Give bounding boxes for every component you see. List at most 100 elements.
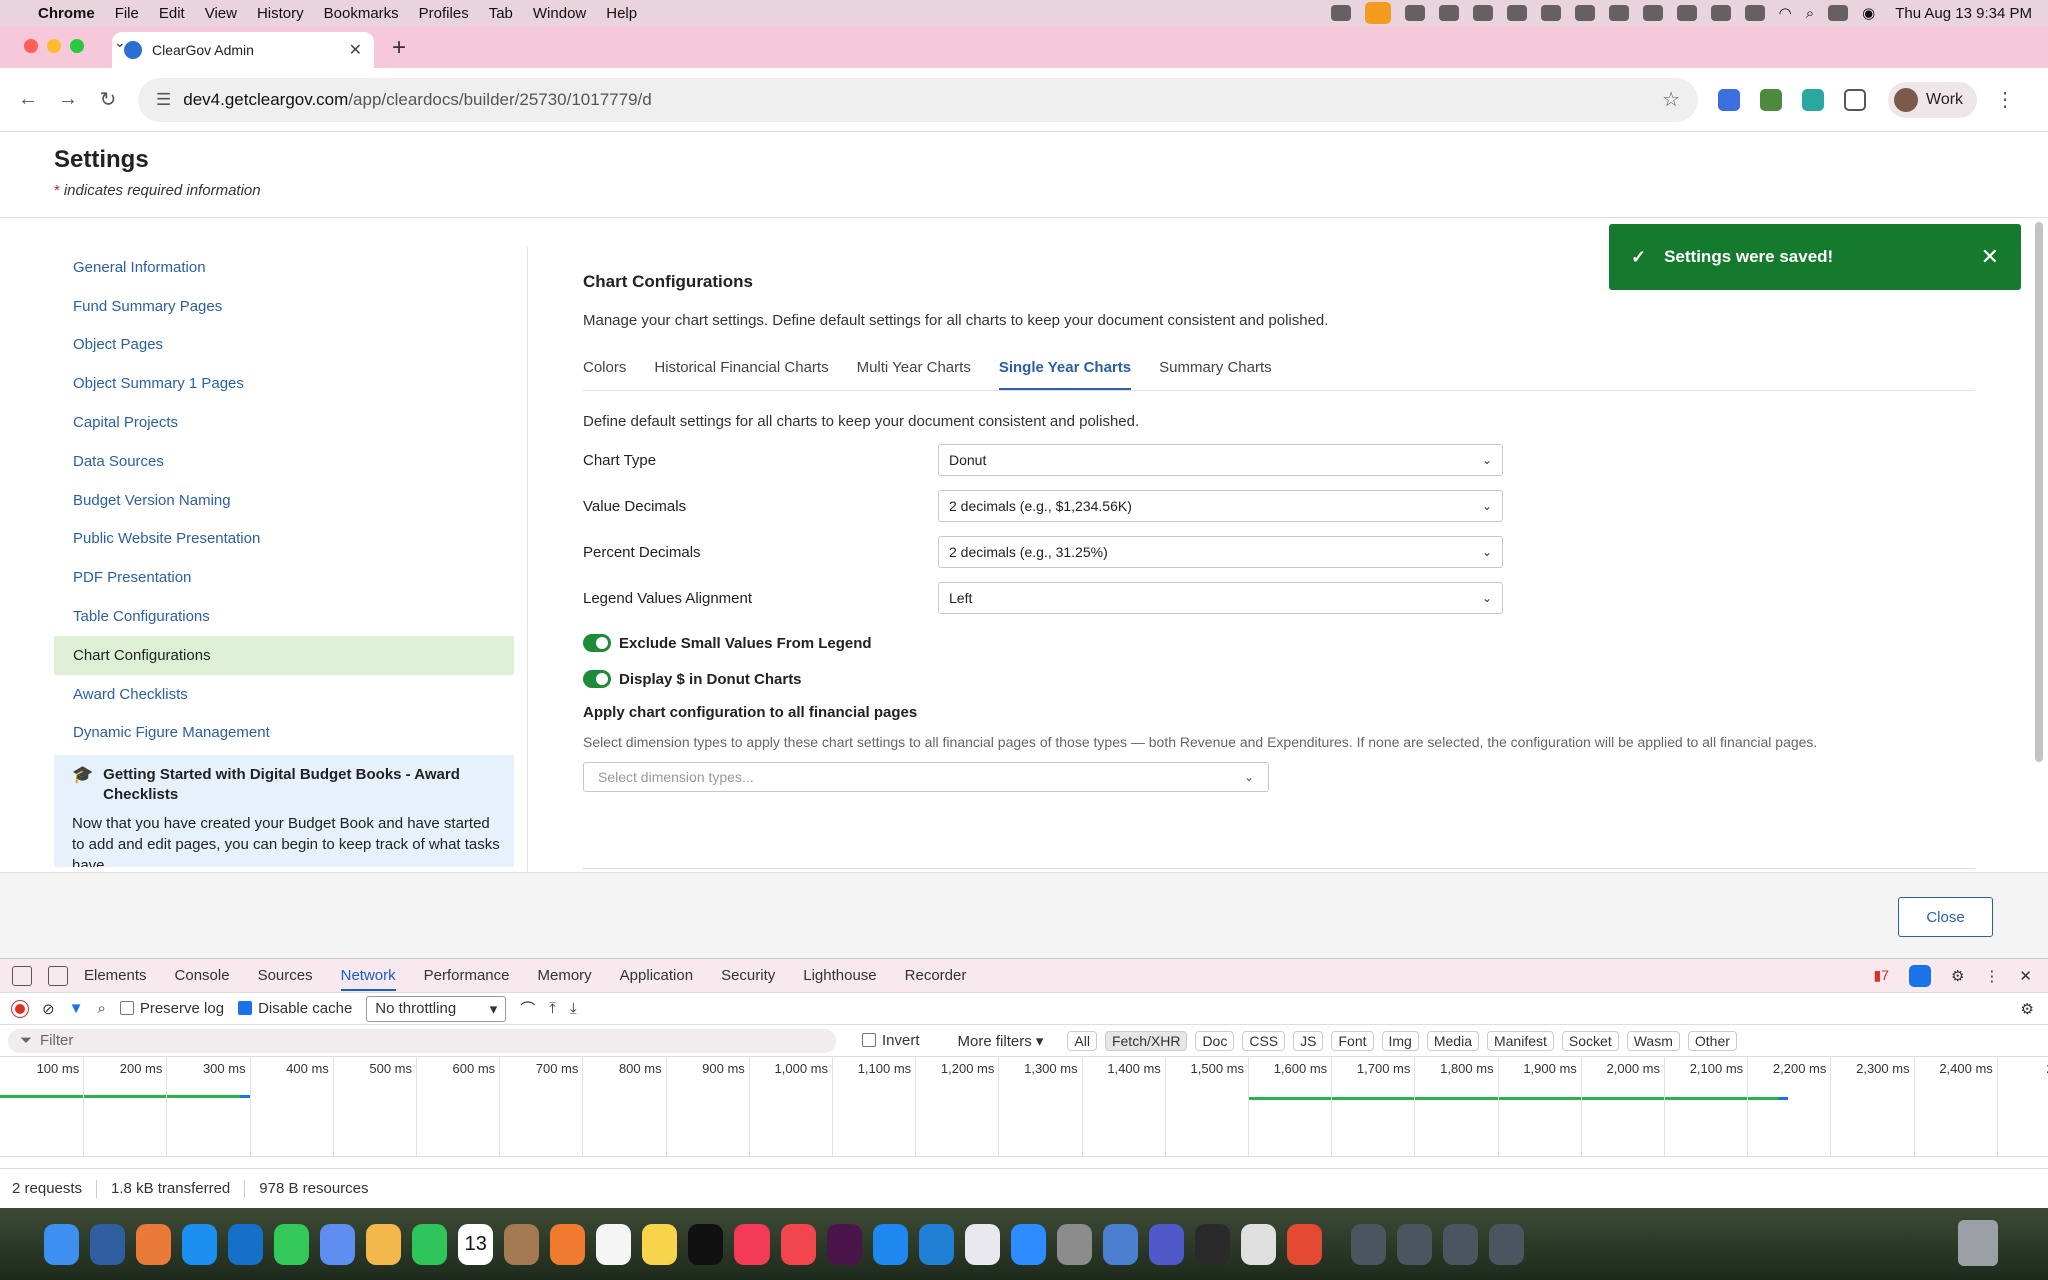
close-devtools-icon[interactable]: ✕ bbox=[2019, 967, 2032, 985]
reminders-icon[interactable] bbox=[596, 1224, 632, 1265]
zoom-app-icon[interactable] bbox=[1010, 1224, 1046, 1265]
menu-history[interactable]: History bbox=[257, 5, 304, 22]
puzzle-extensions-icon[interactable] bbox=[1844, 88, 1866, 111]
chip-media[interactable]: Media bbox=[1426, 1030, 1479, 1051]
window-thumbnail[interactable] bbox=[1442, 1224, 1478, 1265]
menu-help[interactable]: Help bbox=[606, 5, 637, 22]
devtools-tab-console[interactable]: Console bbox=[175, 967, 230, 984]
window-thumbnail[interactable] bbox=[1488, 1224, 1524, 1265]
sidebar-item-object-summary-1-pages[interactable]: Object Summary 1 Pages bbox=[54, 364, 514, 403]
safari-icon[interactable] bbox=[182, 1224, 218, 1265]
sidebar-item-chart-configurations[interactable]: Chart Configurations bbox=[54, 635, 514, 675]
invert-checkbox[interactable]: Invert bbox=[862, 1032, 920, 1049]
trash-icon[interactable] bbox=[1958, 1220, 1998, 1266]
import-har-icon[interactable]: ⤒ bbox=[549, 1000, 556, 1017]
vscode-icon[interactable] bbox=[918, 1224, 954, 1265]
calendar-icon[interactable]: 13 bbox=[458, 1224, 494, 1265]
chip-img[interactable]: Img bbox=[1381, 1030, 1419, 1051]
chrome-menu-icon[interactable]: ⋮ bbox=[1995, 87, 2015, 112]
reload-icon[interactable]: ↻ bbox=[88, 87, 128, 112]
chrome-icon[interactable] bbox=[1286, 1224, 1322, 1265]
value-decimals-select[interactable]: 2 decimals (e.g., $1,234.56K) ⌄ bbox=[938, 490, 1503, 522]
devtools-tab-network[interactable]: Network bbox=[340, 967, 396, 991]
minimize-window-icon[interactable] bbox=[47, 39, 61, 53]
devtools-tab-elements[interactable]: Elements bbox=[84, 967, 147, 984]
sidebar-item-capital-projects[interactable]: Capital Projects bbox=[54, 403, 514, 442]
percent-decimals-select[interactable]: 2 decimals (e.g., 31.25%) ⌄ bbox=[938, 536, 1503, 568]
teams-icon[interactable] bbox=[1148, 1224, 1184, 1265]
close-button[interactable]: Close bbox=[1898, 897, 1993, 937]
throttling-select[interactable]: No throttling ▾ bbox=[366, 995, 507, 1022]
system-settings-icon[interactable] bbox=[1056, 1224, 1092, 1265]
window-thumbnail[interactable] bbox=[1350, 1224, 1386, 1265]
network-settings-icon[interactable]: ⚙ bbox=[2021, 1000, 2034, 1018]
menu-view[interactable]: View bbox=[205, 5, 237, 22]
chip-fetch-xhr[interactable]: Fetch/XHR bbox=[1104, 1030, 1188, 1051]
search-icon[interactable]: ⌕ bbox=[97, 1000, 105, 1017]
chatgpt-icon[interactable] bbox=[1240, 1224, 1276, 1265]
text-input-icon[interactable] bbox=[1710, 5, 1731, 21]
sidebar-item-object-pages[interactable]: Object Pages bbox=[54, 326, 514, 365]
sidebar-item-general-information[interactable]: General Information bbox=[54, 248, 514, 287]
devtools-tab-application[interactable]: Application bbox=[620, 967, 693, 984]
devtools-tab-security[interactable]: Security bbox=[721, 967, 775, 984]
display-dollar-toggle[interactable] bbox=[583, 670, 611, 688]
pen-app-icon[interactable] bbox=[550, 1224, 586, 1265]
network-conditions-icon[interactable]: ⌒ bbox=[520, 998, 535, 1019]
preserve-log-checkbox[interactable]: Preserve log bbox=[119, 1000, 224, 1017]
chip-font[interactable]: Font bbox=[1331, 1030, 1374, 1051]
getting-started-guide[interactable]: 🎓 Getting Started with Digital Budget Bo… bbox=[54, 755, 514, 868]
finder-icon[interactable] bbox=[44, 1224, 80, 1265]
browser-tab[interactable]: ClearGov Admin ✕ bbox=[112, 32, 374, 68]
devtools-tab-memory[interactable]: Memory bbox=[538, 967, 592, 984]
sidebar-item-pdf-presentation[interactable]: PDF Presentation bbox=[54, 558, 514, 597]
translate-extension-icon[interactable] bbox=[1718, 88, 1740, 111]
sync-icon[interactable] bbox=[1506, 5, 1527, 21]
close-tab-icon[interactable]: ✕ bbox=[349, 40, 362, 60]
cursor-app-icon[interactable] bbox=[1194, 1224, 1230, 1265]
zoom-icon[interactable] bbox=[1404, 5, 1425, 21]
maps-icon[interactable] bbox=[320, 1224, 356, 1265]
elephant-app-icon[interactable] bbox=[90, 1224, 126, 1265]
sidebar-item-data-sources[interactable]: Data Sources bbox=[54, 442, 514, 481]
zoom-window-icon[interactable] bbox=[70, 39, 84, 53]
chip-css[interactable]: CSS bbox=[1242, 1030, 1286, 1051]
window-thumbnail[interactable] bbox=[1396, 1224, 1432, 1265]
slack-icon[interactable] bbox=[826, 1224, 862, 1265]
screen-icon[interactable] bbox=[1438, 5, 1459, 21]
battery-icon[interactable] bbox=[1744, 5, 1765, 21]
chip-all[interactable]: All bbox=[1067, 1030, 1097, 1051]
site-settings-icon[interactable]: ☰ bbox=[156, 90, 171, 110]
messages-icon[interactable] bbox=[274, 1224, 310, 1265]
menu-window[interactable]: Window bbox=[533, 5, 586, 22]
extension-icon[interactable] bbox=[1760, 88, 1782, 111]
chip-js[interactable]: JS bbox=[1293, 1030, 1324, 1051]
network-timeline-overview[interactable]: 100 ms 200 ms 300 ms 400 ms 500 ms 600 ms 700 … bbox=[0, 1057, 2048, 1157]
dimension-types-select[interactable]: Select dimension types... ⌄ bbox=[583, 762, 1269, 792]
tab-search-chevron-icon[interactable]: ⌄ bbox=[114, 34, 126, 51]
chip-other[interactable]: Other bbox=[1687, 1030, 1737, 1051]
plane-icon[interactable] bbox=[1540, 5, 1561, 21]
devtools-tab-lighthouse[interactable]: Lighthouse bbox=[803, 967, 876, 984]
launchpad-icon[interactable] bbox=[136, 1224, 172, 1265]
control-center-icon[interactable] bbox=[1828, 5, 1849, 21]
cloud-icon[interactable] bbox=[1472, 5, 1493, 21]
wifi-icon[interactable]: ◠ bbox=[1779, 4, 1792, 22]
filter-input[interactable]: ⏷ Filter bbox=[8, 1028, 836, 1053]
inspect-element-icon[interactable] bbox=[12, 965, 32, 986]
preview-icon[interactable] bbox=[1102, 1224, 1138, 1265]
sidebar-item-table-configurations[interactable]: Table Configurations bbox=[54, 597, 514, 636]
sidebar-item-public-website-presentation[interactable]: Public Website Presentation bbox=[54, 520, 514, 559]
export-har-icon[interactable]: ⤓ bbox=[570, 1000, 577, 1017]
devtools-tab-performance[interactable]: Performance bbox=[424, 967, 510, 984]
tab-summary-charts[interactable]: Summary Charts bbox=[1159, 357, 1272, 390]
page-scrollbar[interactable] bbox=[2035, 222, 2043, 762]
devtools-tab-sources[interactable]: Sources bbox=[258, 967, 313, 984]
devtools-tab-recorder[interactable]: Recorder bbox=[905, 967, 967, 984]
tab-colors[interactable]: Colors bbox=[583, 357, 626, 390]
sidebar-item-award-checklists[interactable]: Award Checklists bbox=[54, 675, 514, 714]
more-options-icon[interactable]: ⋮ bbox=[1984, 967, 1999, 985]
address-bar[interactable]: ☰ dev4.getcleargov.com/app/cleardocs/bui… bbox=[138, 77, 1698, 122]
grid-icon[interactable] bbox=[1330, 5, 1351, 21]
chip-socket[interactable]: Socket bbox=[1561, 1030, 1619, 1051]
